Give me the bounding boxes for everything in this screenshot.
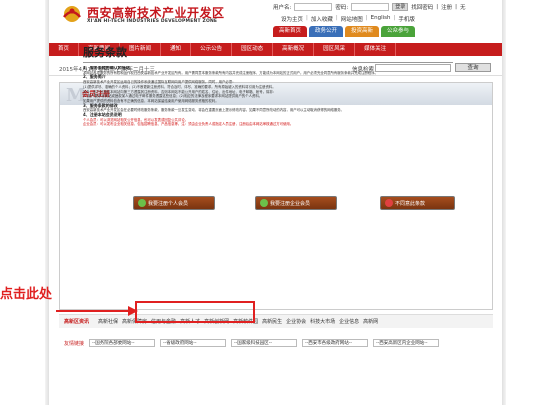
friend-select[interactable]: --省级政府网站--: [160, 339, 227, 347]
divider: |: [455, 4, 457, 10]
top-link[interactable]: 设为主页: [281, 15, 303, 23]
login-button[interactable]: 登录: [392, 3, 409, 11]
password-label: 密码:: [335, 5, 349, 11]
tab-home[interactable]: 高新首页: [273, 26, 308, 37]
logo-subtitle: XI'AN HI-TECH INDUSTRIES DEVELOPMENT ZON…: [87, 19, 218, 24]
nav-item[interactable]: 首页: [49, 43, 80, 56]
register-buttons: 我要注册个人会员 我要注册企业会员 不同意此条款: [133, 196, 473, 210]
friend-select[interactable]: --西安高新区内企业网站--: [373, 339, 440, 347]
logo-icon: [63, 6, 81, 22]
info-link[interactable]: 高新网: [363, 318, 378, 325]
friend-select[interactable]: --国家级科技园区--: [231, 339, 298, 347]
register-personal-button[interactable]: 我要注册个人会员: [133, 196, 215, 210]
info-link[interactable]: 高新社保: [98, 318, 118, 325]
info-link[interactable]: 企业信息: [339, 318, 359, 325]
info-link[interactable]: 企业协会: [286, 318, 306, 325]
top-link[interactable]: 手机版: [398, 15, 415, 23]
top-links: 设为主页 | 加入收藏 | 网站地图 | English | 手机版: [281, 15, 415, 23]
user-icon: [138, 199, 146, 207]
terms-title: 服务条款: [83, 46, 127, 59]
arrow-icon: [56, 306, 138, 316]
top-link[interactable]: English: [371, 15, 391, 23]
nav-item[interactable]: 高新概况: [273, 43, 315, 56]
close-icon: [385, 199, 393, 207]
nav-item[interactable]: 媒体关注: [355, 43, 397, 56]
friend-select[interactable]: --国务院各部委网站--: [89, 339, 156, 347]
info-link[interactable]: 高新民生: [262, 318, 282, 325]
tab-public[interactable]: 公众参与: [381, 26, 416, 37]
username-input[interactable]: [294, 3, 333, 11]
friend-label: 友情链接: [64, 340, 85, 347]
callout-text: 点击此处: [0, 287, 53, 302]
register-enterprise-button[interactable]: 我要注册企业会员: [255, 196, 337, 210]
nav-item[interactable]: 园区动态: [232, 43, 274, 56]
terms-body: 1、服务条款的确认和接纳 本网站各项服务的所有权和运作权归西安高新技术产业开发区…: [83, 66, 455, 190]
username-label: 用户名:: [273, 5, 292, 11]
tab-invest[interactable]: 投资高新: [345, 26, 380, 37]
search-button[interactable]: 查询: [455, 63, 491, 72]
login-bar: 用户名: 密码: 登录 找回密码 | 注册 | 无: [273, 3, 466, 11]
links-label: 高新区资讯: [64, 319, 90, 325]
friend-select[interactable]: --西安市各级政府网站--: [302, 339, 369, 347]
nav-item[interactable]: 园区风采: [314, 43, 356, 56]
users-icon: [260, 199, 268, 207]
accessibility-link[interactable]: 无: [460, 3, 466, 11]
highlight-box: [135, 301, 255, 323]
nav-item[interactable]: 通知: [161, 43, 192, 56]
terms-paragraph: 企业会员：可以发布企业相关信息，包括招聘信息、产品信息等。注：须由企业负责人或指…: [83, 122, 294, 127]
info-link[interactable]: 科技大市场: [310, 318, 335, 325]
top-link[interactable]: 加入收藏: [311, 15, 333, 23]
forgot-password-link[interactable]: 找回密码: [411, 3, 433, 11]
tab-gov[interactable]: 政务公开: [309, 26, 344, 37]
divider: |: [436, 4, 439, 10]
top-link[interactable]: 网站地图: [341, 15, 363, 23]
page: 西安高新技术产业开发区 XI'AN HI-TECH INDUSTRIES DEV…: [49, 0, 502, 405]
friend-links: 友情链接 --国务院各部委网站-- --省级政府网站-- --国家级科技园区--…: [59, 337, 493, 349]
nav-item[interactable]: 公示公告: [191, 43, 233, 56]
password-input[interactable]: [351, 3, 390, 11]
site-header: 西安高新技术产业开发区 XI'AN HI-TECH INDUSTRIES DEV…: [49, 0, 502, 37]
disagree-button[interactable]: 不同意此条款: [380, 196, 455, 210]
right-shadow: [502, 0, 506, 405]
register-link[interactable]: 注册: [441, 3, 452, 11]
divider: [83, 62, 453, 63]
section-tabs: 高新首页 政务公开 投资高新 公众参与: [273, 26, 416, 37]
